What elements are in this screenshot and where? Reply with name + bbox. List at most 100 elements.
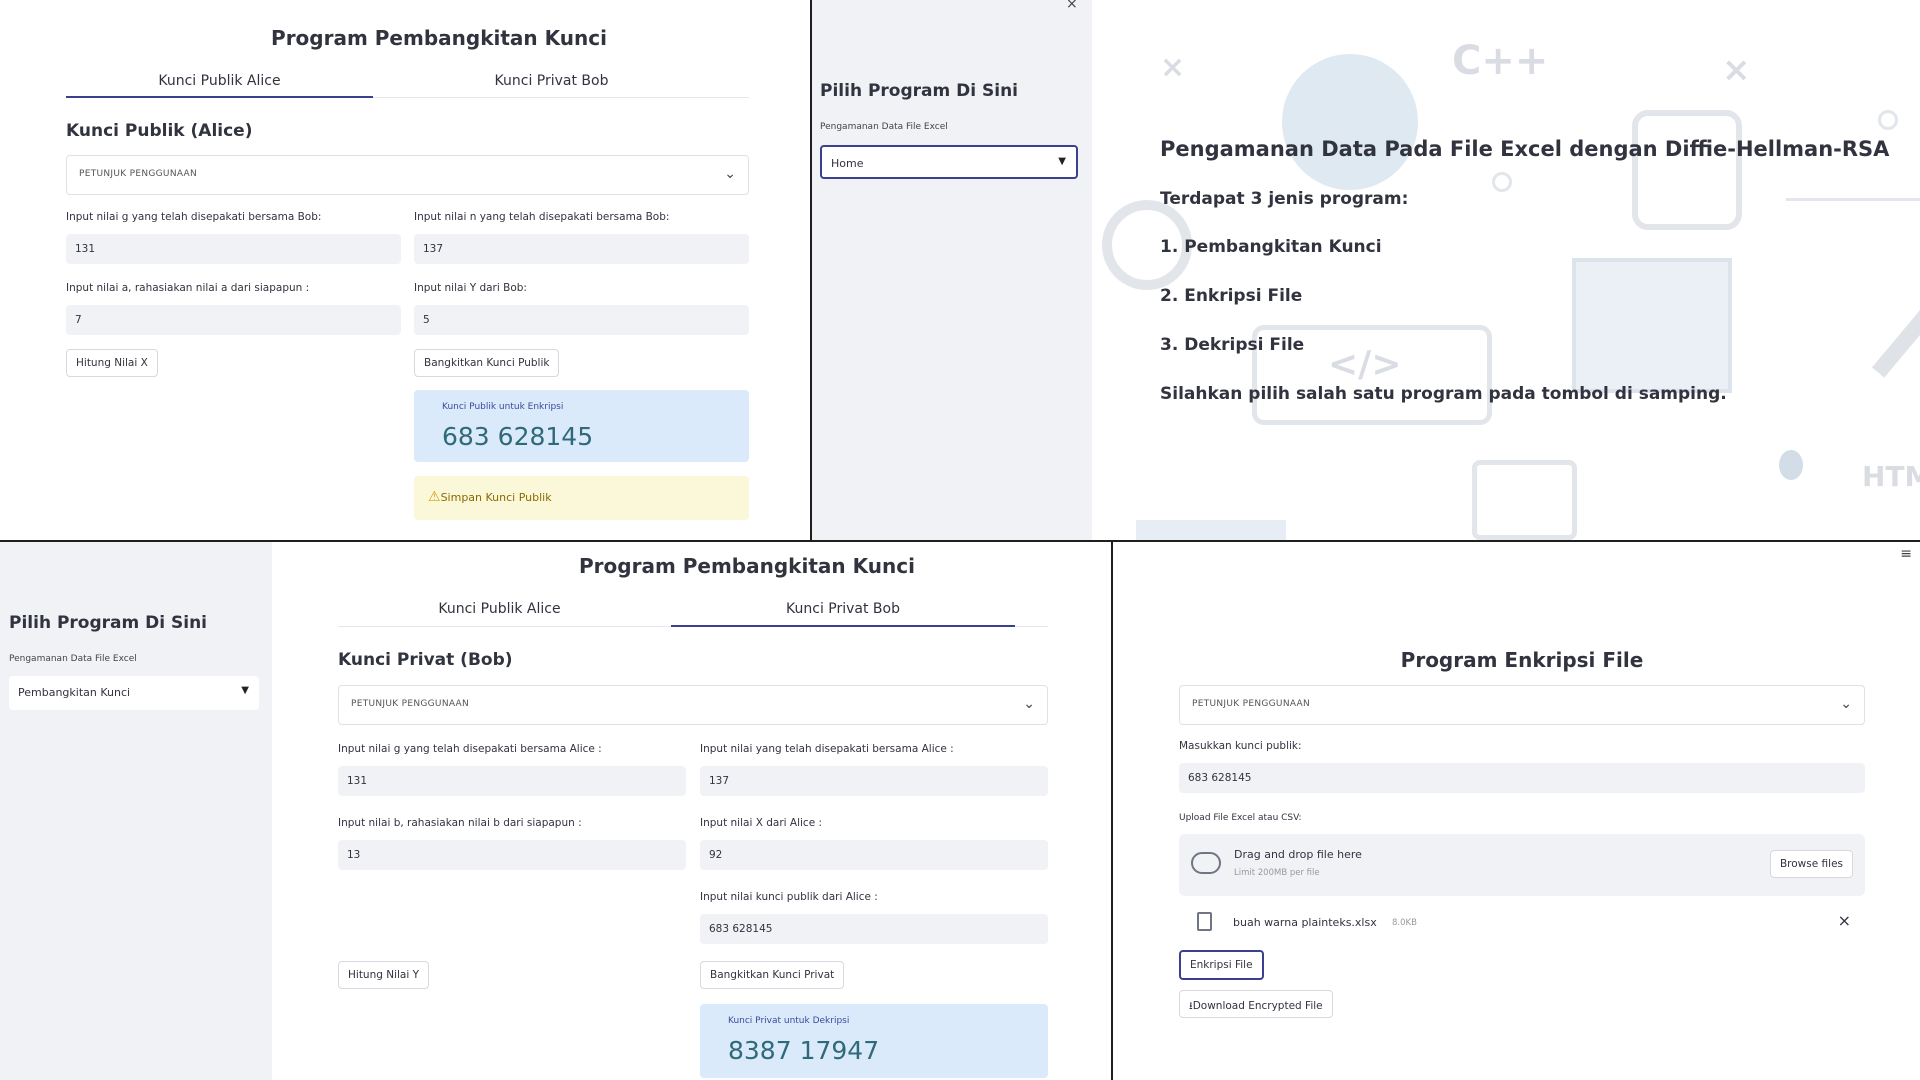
tab-active-indicator	[66, 96, 373, 98]
close-mark-icon: ×	[1160, 50, 1186, 85]
n-value-label: Input nilai n yang telah disepakati bers…	[414, 211, 670, 223]
program-select[interactable]: Home ▼	[820, 145, 1078, 179]
hitung-nilai-y-button[interactable]: Hitung Nilai Y	[338, 961, 430, 989]
hitung-nilai-x-button[interactable]: Hitung Nilai X	[66, 349, 158, 377]
warning-icon: ⚠	[428, 489, 441, 505]
home-item-2: 2. Enkripsi File	[1160, 286, 1303, 306]
drop-icon	[1779, 450, 1803, 480]
y-value-label: Input nilai Y dari Bob:	[414, 282, 527, 294]
y-value-input[interactable]: 5	[414, 305, 749, 335]
upload-label: Upload File Excel atau CSV:	[1179, 813, 1302, 823]
chevron-down-icon: ⌄	[1023, 696, 1035, 712]
home-item-1: 1. Pembangkitan Kunci	[1160, 237, 1382, 257]
page-title: Program Pembangkitan Kunci	[579, 554, 915, 578]
warning-text: Simpan Kunci Publik	[440, 491, 552, 504]
a-value-input[interactable]: 7	[66, 305, 401, 335]
metric-label: Kunci Publik untuk Enkripsi	[442, 402, 564, 412]
tab-kunci-privat-bob[interactable]: Kunci Privat Bob	[398, 73, 705, 89]
bangkitkan-kunci-publik-button[interactable]: Bangkitkan Kunci Publik	[414, 349, 560, 377]
circle-outline-icon	[1878, 110, 1898, 130]
tab-kunci-publik-alice[interactable]: Kunci Publik Alice	[66, 73, 373, 89]
home-item-3: 3. Dekripsi File	[1160, 335, 1305, 355]
caret-down-icon: ▼	[241, 685, 249, 696]
section-subheader: Kunci Publik (Alice)	[66, 121, 253, 141]
n-value-input[interactable]: 137	[700, 766, 1048, 796]
bottom-bar-shape	[1136, 520, 1286, 540]
tab-kunci-privat-bob[interactable]: Kunci Privat Bob	[671, 601, 1015, 617]
bubble-circle	[1282, 54, 1418, 190]
file-icon	[1197, 912, 1212, 931]
g-value-input[interactable]: 131	[338, 766, 686, 796]
expander-label: PETUNJUK PENGGUNAAN	[1192, 699, 1311, 709]
a-value-label: Input nilai a, rahasiakan nilai a dari s…	[66, 282, 310, 294]
alice-public-key-label: Input nilai kunci publik dari Alice :	[700, 891, 878, 903]
home-heading: Pengamanan Data Pada File Excel dengan D…	[1160, 137, 1890, 161]
html-icon: HTM	[1862, 460, 1920, 493]
sidebar-title: Pilih Program Di Sini	[9, 613, 207, 633]
folder-icon	[1472, 460, 1577, 540]
file-dropzone[interactable]: Drag and drop file here Limit 200MB per …	[1179, 834, 1865, 896]
sidebar: Pilih Program Di Sini Pengamanan Data Fi…	[0, 542, 272, 1080]
chevron-down-icon: ⌄	[1840, 696, 1852, 712]
browse-files-button[interactable]: Browse files	[1769, 850, 1853, 878]
circle-outline-icon	[1492, 172, 1512, 192]
private-key-metric: Kunci Privat untuk Dekripsi 8387 17947	[700, 1004, 1048, 1078]
b-value-label: Input nilai b, rahasiakan nilai b dari s…	[338, 817, 582, 829]
metric-value: 683 628145	[442, 422, 594, 451]
panel-home: × Pilih Program Di Sini Pengamanan Data …	[812, 0, 1920, 540]
uploaded-file-row: buah warna plainteks.xlsx 8.0KB ×	[1179, 908, 1865, 938]
section-subheader: Kunci Privat (Bob)	[338, 650, 513, 670]
dropzone-text: Drag and drop file here	[1234, 848, 1362, 861]
program-select-label: Pengamanan Data File Excel	[820, 122, 948, 132]
cloud-upload-icon	[1191, 852, 1221, 874]
file-size: 8.0KB	[1392, 918, 1417, 928]
expander-label: PETUNJUK PENGGUNAAN	[351, 699, 470, 709]
n-value-input[interactable]: 137	[414, 234, 749, 264]
b-value-input[interactable]: 13	[338, 840, 686, 870]
hamburger-menu-icon[interactable]: ≡	[1900, 546, 1912, 562]
metric-label: Kunci Privat untuk Dekripsi	[728, 1016, 850, 1026]
enkripsi-file-button[interactable]: Enkripsi File	[1179, 950, 1264, 980]
cpp-icon: C++	[1452, 38, 1549, 84]
x-value-label: Input nilai X dari Alice :	[700, 817, 823, 829]
download-encrypted-file-button[interactable]: ⭳Download Encrypted File	[1179, 990, 1333, 1018]
code-brackets-icon: </>	[1328, 344, 1402, 385]
home-intro: Terdapat 3 jenis program:	[1160, 189, 1409, 209]
x-value-input[interactable]: 92	[700, 840, 1048, 870]
panel-encrypt: ≡ Program Enkripsi File PETUNJUK PENGGUN…	[1113, 542, 1920, 1080]
sidebar-title: Pilih Program Di Sini	[820, 81, 1018, 101]
g-value-input[interactable]: 131	[66, 234, 401, 264]
line-deco	[1786, 198, 1920, 201]
program-select-label: Pengamanan Data File Excel	[9, 654, 137, 664]
panel-keygen-bob: Pilih Program Di Sini Pengamanan Data Fi…	[0, 542, 1111, 1080]
page-title: Program Enkripsi File	[1400, 648, 1644, 672]
usage-guide-expander[interactable]: PETUNJUK PENGGUNAAN ⌄	[1179, 685, 1865, 725]
home-instruction: Silahkan pilih salah satu program pada t…	[1160, 384, 1727, 404]
g-value-label: Input nilai g yang telah disepakati bers…	[66, 211, 322, 223]
bangkitkan-kunci-privat-button[interactable]: Bangkitkan Kunci Privat	[700, 961, 845, 989]
page-title: Program Pembangkitan Kunci	[271, 26, 607, 50]
download-button-label: Download Encrypted File	[1192, 1000, 1323, 1012]
program-select-value: Home	[831, 157, 864, 170]
public-key-label: Masukkan kunci publik:	[1179, 740, 1302, 752]
warning-content: ⚠Simpan Kunci Publik	[428, 489, 552, 505]
public-key-input[interactable]: 683 628145	[1179, 763, 1865, 793]
n-value-label: Input nilai yang telah disepakati bersam…	[700, 743, 954, 755]
program-select-value: Pembangkitan Kunci	[18, 686, 131, 699]
warning-box: ⚠Simpan Kunci Publik	[414, 476, 749, 520]
close-icon[interactable]: ×	[1066, 0, 1078, 12]
caret-down-icon: ▼	[1058, 156, 1066, 167]
remove-file-icon[interactable]: ×	[1838, 911, 1851, 930]
usage-guide-expander[interactable]: PETUNJUK PENGGUNAAN ⌄	[338, 685, 1048, 725]
tab-active-indicator	[671, 625, 1015, 627]
metric-value: 8387 17947	[728, 1036, 880, 1065]
expander-label: PETUNJUK PENGGUNAAN	[79, 169, 198, 179]
program-select[interactable]: Pembangkitan Kunci ▼	[9, 676, 259, 710]
document-icon	[1572, 258, 1732, 393]
usage-guide-expander[interactable]: PETUNJUK PENGGUNAAN ⌄	[66, 155, 749, 195]
tab-kunci-publik-alice[interactable]: Kunci Publik Alice	[338, 601, 661, 617]
dropzone-limit: Limit 200MB per file	[1234, 868, 1320, 878]
g-value-label: Input nilai g yang telah disepakati bers…	[338, 743, 602, 755]
close-mark-icon: ×	[1722, 50, 1751, 90]
alice-public-key-input[interactable]: 683 628145	[700, 914, 1048, 944]
